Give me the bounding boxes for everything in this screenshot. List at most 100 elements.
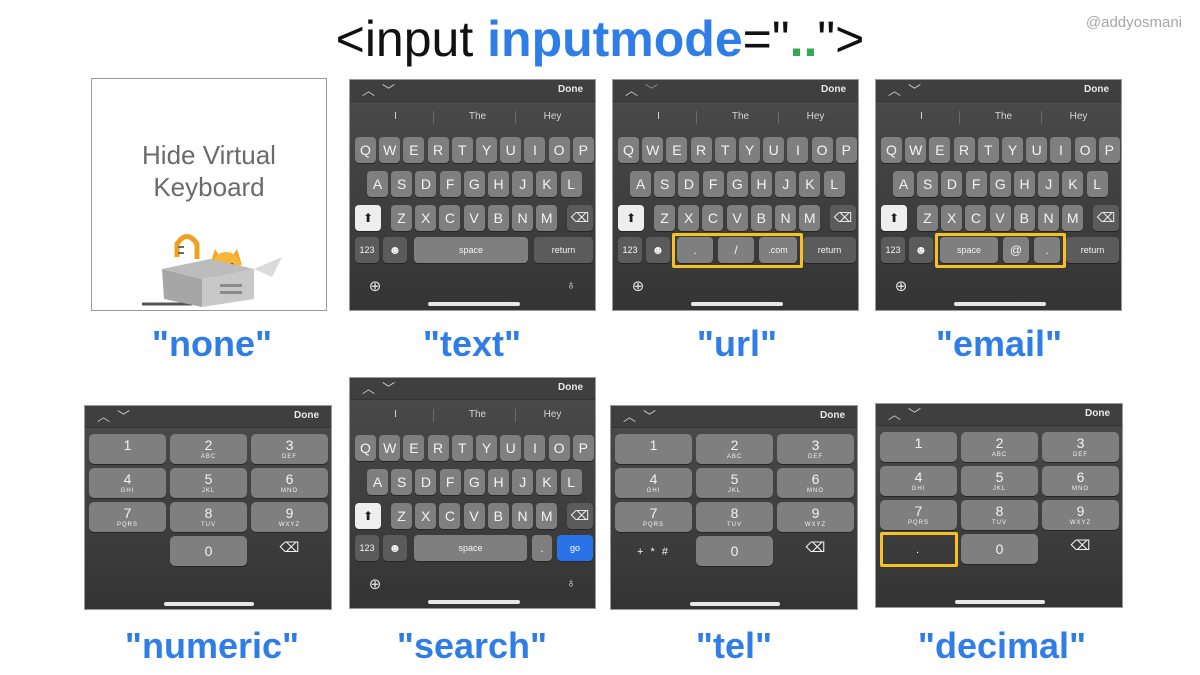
- key-n[interactable]: N: [512, 503, 533, 529]
- return-key[interactable]: return: [534, 237, 593, 263]
- key-d[interactable]: D: [941, 171, 963, 197]
- key-d[interactable]: D: [415, 171, 437, 197]
- key-v[interactable]: V: [463, 205, 485, 231]
- globe-icon[interactable]: ⊕: [627, 277, 649, 295]
- key-x[interactable]: X: [415, 503, 437, 529]
- key-r[interactable]: R: [427, 137, 449, 163]
- key-y[interactable]: Y: [476, 435, 497, 461]
- key-m[interactable]: M: [1062, 205, 1084, 231]
- key-dot[interactable]: .: [532, 535, 552, 561]
- chevron-down-icon[interactable]: ﹀: [645, 81, 658, 101]
- key-h[interactable]: H: [488, 171, 509, 197]
- key-p[interactable]: P: [572, 435, 594, 461]
- key-p[interactable]: P: [1098, 137, 1120, 163]
- key-x[interactable]: X: [415, 205, 437, 231]
- key-y[interactable]: Y: [476, 137, 497, 163]
- key-w[interactable]: W: [905, 137, 927, 163]
- key-8[interactable]: 8 TUV: [961, 500, 1038, 530]
- key-u[interactable]: U: [500, 137, 522, 163]
- shift-icon[interactable]: ⬆: [881, 205, 907, 231]
- chevron-up-icon[interactable]: ︿: [623, 407, 636, 427]
- key-8[interactable]: 8 TUV: [696, 502, 773, 532]
- backspace-icon[interactable]: ⌫: [567, 503, 593, 529]
- key-6[interactable]: 6 MNO: [251, 468, 328, 498]
- return-key[interactable]: return: [1066, 237, 1119, 263]
- key-2[interactable]: 2 ABC: [170, 434, 247, 464]
- suggestion-1[interactable]: I: [358, 104, 433, 130]
- done-button[interactable]: Done: [558, 84, 583, 95]
- key-r[interactable]: R: [690, 137, 712, 163]
- key-4[interactable]: 4 GHI: [89, 468, 166, 498]
- chevron-down-icon[interactable]: ﹀: [908, 81, 921, 101]
- globe-icon[interactable]: ⊕: [364, 277, 386, 295]
- suggestion-3[interactable]: Hey: [515, 104, 590, 130]
- key-t[interactable]: T: [714, 137, 736, 163]
- key-h[interactable]: H: [1014, 171, 1035, 197]
- key-f[interactable]: F: [439, 171, 461, 197]
- suggestion-1[interactable]: I: [358, 402, 433, 428]
- key-p[interactable]: P: [835, 137, 857, 163]
- backspace-icon[interactable]: ⌫: [830, 205, 856, 231]
- key-i[interactable]: I: [524, 137, 546, 163]
- key-5[interactable]: 5 JKL: [961, 466, 1038, 496]
- key-4[interactable]: 4 GHI: [880, 466, 957, 496]
- key-6[interactable]: 6 MNO: [1042, 466, 1119, 496]
- emoji-icon[interactable]: ☻: [383, 237, 407, 263]
- backspace-icon[interactable]: ⌫: [567, 205, 593, 231]
- key-d[interactable]: D: [415, 469, 437, 495]
- key-i[interactable]: I: [787, 137, 809, 163]
- key-123[interactable]: 123: [355, 535, 379, 561]
- key-q[interactable]: Q: [355, 435, 376, 461]
- key-e[interactable]: E: [403, 435, 425, 461]
- key-1[interactable]: 1: [615, 434, 692, 464]
- key-o[interactable]: O: [548, 137, 570, 163]
- suggestion-3[interactable]: Hey: [1041, 104, 1116, 130]
- shift-icon[interactable]: ⬆: [618, 205, 644, 231]
- key-g[interactable]: G: [463, 469, 485, 495]
- key-7[interactable]: 7 PQRS: [615, 502, 692, 532]
- suggestion-3[interactable]: Hey: [515, 402, 590, 428]
- key-1[interactable]: 1: [880, 432, 957, 462]
- symbols-key[interactable]: + * #: [615, 536, 692, 566]
- key-v[interactable]: V: [726, 205, 748, 231]
- key-1[interactable]: 1: [89, 434, 166, 464]
- key-s[interactable]: S: [391, 171, 413, 197]
- chevron-up-icon[interactable]: ︿: [888, 405, 901, 425]
- suggestion-1[interactable]: I: [884, 104, 959, 130]
- key-l[interactable]: L: [560, 171, 582, 197]
- key-2[interactable]: 2 ABC: [696, 434, 773, 464]
- key-u[interactable]: U: [500, 435, 522, 461]
- key-h[interactable]: H: [488, 469, 509, 495]
- key-9[interactable]: 9 WXYZ: [251, 502, 328, 532]
- chevron-up-icon[interactable]: ︿: [888, 81, 901, 101]
- key-j[interactable]: J: [775, 171, 797, 197]
- key-k[interactable]: K: [799, 171, 821, 197]
- key-i[interactable]: I: [524, 435, 546, 461]
- key-m[interactable]: M: [536, 205, 558, 231]
- emoji-icon[interactable]: ☻: [909, 237, 933, 263]
- suggestion-3[interactable]: Hey: [778, 104, 853, 130]
- key-6[interactable]: 6 MNO: [777, 468, 854, 498]
- return-key[interactable]: return: [803, 237, 856, 263]
- key-a[interactable]: A: [367, 171, 388, 197]
- key-v[interactable]: V: [989, 205, 1011, 231]
- chevron-up-icon[interactable]: ︿: [362, 81, 375, 101]
- suggestion-2[interactable]: The: [966, 104, 1041, 130]
- suggestion-2[interactable]: The: [440, 104, 515, 130]
- key-t[interactable]: T: [451, 435, 473, 461]
- key-u[interactable]: U: [763, 137, 785, 163]
- key-w[interactable]: W: [379, 435, 401, 461]
- key-123[interactable]: 123: [618, 237, 642, 263]
- key-c[interactable]: C: [965, 205, 987, 231]
- key-4[interactable]: 4 GHI: [615, 468, 692, 498]
- key-t[interactable]: T: [451, 137, 473, 163]
- key-y[interactable]: Y: [1002, 137, 1023, 163]
- key-e[interactable]: E: [929, 137, 951, 163]
- key-3[interactable]: 3 DEF: [1042, 432, 1119, 462]
- key-z[interactable]: Z: [391, 205, 412, 231]
- key-e[interactable]: E: [403, 137, 425, 163]
- chevron-up-icon[interactable]: ︿: [362, 379, 375, 399]
- key-a[interactable]: A: [630, 171, 651, 197]
- key-7[interactable]: 7 PQRS: [89, 502, 166, 532]
- key-b[interactable]: B: [487, 205, 509, 231]
